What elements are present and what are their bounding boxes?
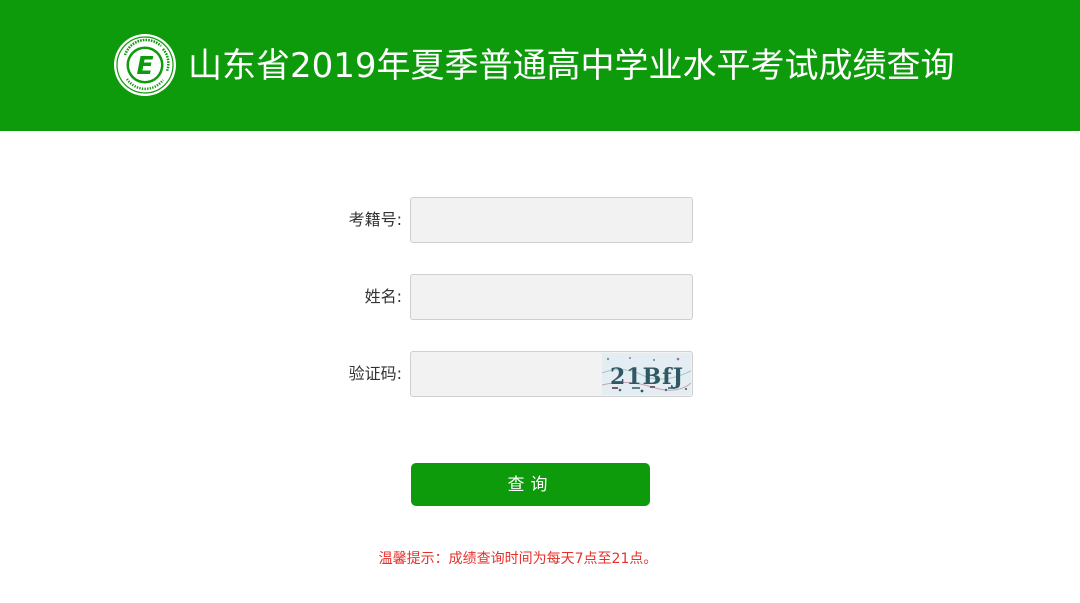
captcha-row: 验证码: 21BfJ [0, 351, 1080, 397]
captcha-text: 21BfJ [610, 364, 684, 390]
header-bar: E 山东省2019年夏季普通高中学业水平考试成绩查询 [0, 0, 1080, 131]
exam-id-row: 考籍号: [0, 197, 1080, 243]
name-row: 姓名: [0, 274, 1080, 320]
captcha-label: 验证码: [348, 364, 402, 383]
captcha-image[interactable]: 21BfJ [602, 353, 691, 395]
exam-authority-logo: E [114, 34, 176, 96]
page-title: 山东省2019年夏季普通高中学业水平考试成绩查询 [188, 46, 955, 86]
logo-letter: E [136, 51, 153, 80]
exam-id-label: 考籍号: [348, 210, 402, 229]
name-input[interactable] [410, 274, 693, 320]
name-label: 姓名: [364, 287, 402, 306]
query-button[interactable]: 查询 [411, 463, 650, 506]
exam-id-input[interactable] [410, 197, 693, 243]
query-time-notice: 温馨提示：成绩查询时间为每天7点至21点。 [378, 551, 658, 567]
